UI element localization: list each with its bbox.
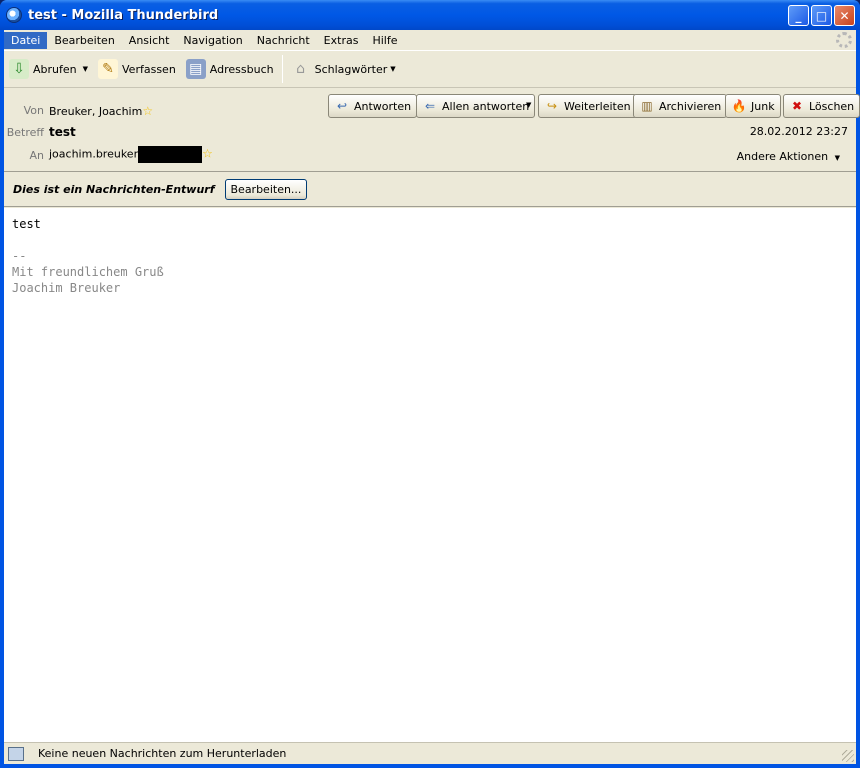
window-title: test - Mozilla Thunderbird	[28, 7, 219, 23]
junk-button[interactable]: 🔥 Junk	[725, 94, 781, 118]
get-mail-label: Abrufen	[33, 62, 77, 76]
compose-label: Verfassen	[122, 62, 176, 76]
draft-notice: Dies ist ein Nachrichten-Entwurf	[13, 182, 215, 196]
archive-label: Archivieren	[659, 99, 722, 113]
tag-icon: ⌂	[296, 61, 306, 77]
forward-icon: ↪	[546, 99, 558, 113]
reply-all-dropdown-icon[interactable]: ▼	[526, 101, 531, 109]
to-label: An	[29, 149, 45, 162]
junk-flame-icon: 🔥	[731, 99, 747, 113]
subject-label: Betreff	[6, 126, 44, 139]
menu-bar: Datei Bearbeiten Ansicht Navigation Nach…	[4, 30, 856, 50]
from-value[interactable]: Breuker, Joachim☆	[49, 104, 153, 118]
status-text: Keine neuen Nachrichten zum Herunterlade…	[38, 747, 287, 760]
delete-label: Löschen	[809, 99, 855, 113]
menu-bearbeiten[interactable]: Bearbeiten	[47, 32, 121, 49]
reply-icon: ↩	[336, 99, 348, 113]
toolbar-separator	[281, 55, 283, 83]
message-body[interactable]: test -- Mit freundlichem Gruß Joachim Br…	[4, 208, 856, 742]
junk-label: Junk	[751, 99, 775, 113]
signature-line-1: Mit freundlichem Gruß	[12, 265, 164, 279]
title-bar[interactable]: test - Mozilla Thunderbird _ □ ✕	[0, 0, 860, 30]
reply-all-icon: ⇐	[424, 99, 436, 113]
reply-label: Antworten	[354, 99, 412, 113]
maximize-button[interactable]: □	[811, 5, 832, 26]
download-mail-icon: ⇩	[9, 59, 29, 79]
address-book-label: Adressbuch	[209, 62, 274, 76]
delete-x-icon: ✖	[791, 99, 803, 113]
status-bar: Keine neuen Nachrichten zum Herunterlade…	[4, 742, 856, 764]
online-status-icon[interactable]	[8, 746, 24, 761]
delete-button[interactable]: ✖ Löschen	[783, 94, 860, 118]
to-address[interactable]: joachim.breuker	[49, 148, 138, 161]
forward-label: Weiterleiten	[564, 99, 631, 113]
menu-datei[interactable]: Datei	[4, 31, 48, 49]
from-label: Von	[23, 104, 44, 117]
minimize-button[interactable]: _	[788, 5, 809, 26]
activity-throbber-icon	[836, 32, 852, 48]
archive-button[interactable]: ▥ Archivieren	[633, 94, 728, 118]
tags-label: Schlagwörter	[314, 62, 388, 76]
edit-draft-button[interactable]: Bearbeiten...	[224, 178, 308, 200]
other-actions-menu[interactable]: Andere Aktionen ▼	[737, 150, 840, 163]
message-header: Von Breuker, Joachim☆ Betreff test An jo…	[4, 88, 860, 172]
other-actions-label[interactable]: Andere Aktionen	[737, 150, 829, 163]
thunderbird-window: test - Mozilla Thunderbird _ □ ✕ Datei B…	[0, 0, 860, 768]
draft-notification-bar: Dies ist ein Nachrichten-Entwurf Bearbei…	[4, 172, 856, 207]
forward-button[interactable]: ↪ Weiterleiten	[538, 94, 637, 118]
signature-line-2: Joachim Breuker	[12, 281, 121, 295]
resize-grip-icon[interactable]	[842, 750, 854, 762]
window-controls: _ □ ✕	[788, 5, 855, 26]
menu-extras[interactable]: Extras	[317, 32, 366, 49]
reply-button[interactable]: ↩ Antworten	[328, 94, 418, 118]
redacted-block	[138, 146, 203, 163]
from-star-icon[interactable]: ☆	[142, 104, 153, 118]
tags-dropdown-icon: ▼	[390, 65, 396, 73]
reply-all-button[interactable]: ⇐ Allen antworten	[416, 94, 536, 118]
body-text: test	[12, 217, 41, 231]
compose-button[interactable]: ✎ Verfassen	[93, 54, 181, 84]
tags-button[interactable]: ⌂ Schlagwörter ▼	[286, 54, 401, 84]
menu-ansicht[interactable]: Ansicht	[122, 32, 177, 49]
subject-value: test	[49, 125, 76, 139]
signature-separator: --	[12, 249, 27, 263]
reply-all-label: Allen antworten	[442, 99, 530, 113]
menu-navigation[interactable]: Navigation	[176, 32, 249, 49]
menu-hilfe[interactable]: Hilfe	[365, 32, 404, 49]
menu-nachricht[interactable]: Nachricht	[250, 32, 317, 49]
other-actions-dropdown-icon[interactable]: ▼	[835, 154, 840, 162]
to-value[interactable]: joachim.breuker ☆	[49, 146, 213, 163]
archive-icon: ▥	[641, 99, 653, 113]
compose-pencil-icon: ✎	[98, 59, 119, 79]
get-mail-dropdown-icon[interactable]: ▼	[83, 65, 88, 73]
client-area: Datei Bearbeiten Ansicht Navigation Nach…	[4, 30, 860, 764]
from-name[interactable]: Breuker, Joachim	[49, 105, 142, 118]
address-book-button[interactable]: ▤ Adressbuch	[181, 54, 279, 84]
address-book-icon: ▤	[185, 59, 206, 79]
close-button[interactable]: ✕	[834, 5, 855, 26]
thunderbird-app-icon[interactable]	[6, 7, 22, 23]
get-mail-button[interactable]: ⇩ Abrufen ▼	[4, 54, 93, 84]
main-toolbar: ⇩ Abrufen ▼ ✎ Verfassen ▤ Adressbuch ⌂ S…	[4, 50, 856, 88]
message-date: 28.02.2012 23:27	[749, 125, 848, 138]
to-star-icon[interactable]: ☆	[202, 147, 213, 161]
